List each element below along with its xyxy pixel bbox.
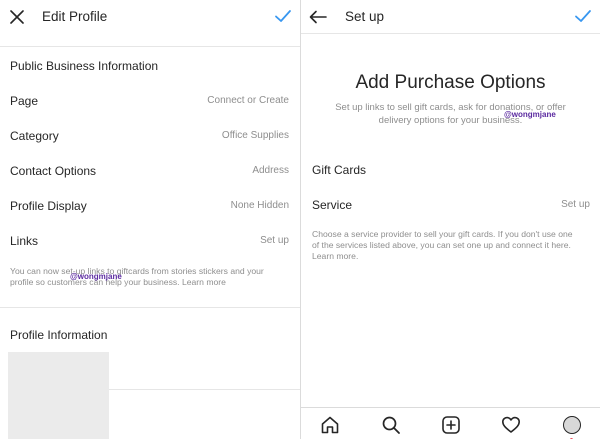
profile-section-title: Profile Information	[10, 328, 108, 342]
contact-options-row[interactable]: Contact Options Address	[0, 164, 300, 184]
avatar	[563, 416, 581, 434]
row-label: Category	[10, 129, 59, 143]
links-note: You can now set-up links to giftcards fr…	[10, 266, 282, 288]
setup-header: Set up	[301, 0, 600, 33]
row-label: Links	[10, 234, 39, 248]
category-row[interactable]: Category Office Supplies	[0, 129, 300, 149]
service-note: Choose a service provider to sell your g…	[312, 229, 590, 262]
row-value: None Hidden	[230, 200, 289, 211]
section-divider	[0, 307, 300, 308]
edit-profile-screen: Edit Profile Public Business Information…	[0, 0, 300, 439]
row-value: Connect or Create	[207, 95, 289, 106]
heart-icon[interactable]	[500, 414, 522, 436]
edit-profile-header: Edit Profile	[0, 0, 300, 33]
check-icon[interactable]	[574, 7, 592, 25]
row-label: Page	[10, 94, 39, 108]
service-row[interactable]: Service Set up	[301, 198, 600, 218]
watermark: @wongmjane	[504, 110, 556, 119]
arrow-left-icon[interactable]	[307, 6, 329, 28]
setup-screen: Set up Add Purchase Options Set up links…	[301, 0, 600, 439]
home-icon[interactable]	[319, 414, 341, 436]
profile-avatar[interactable]	[561, 414, 583, 439]
row-label: Contact Options	[10, 164, 97, 178]
profile-photo-placeholder	[8, 352, 109, 439]
note-line: Choose a service provider to sell your g…	[312, 229, 573, 239]
row-value: Office Supplies	[221, 130, 289, 141]
row-label: Service	[312, 198, 353, 212]
header-divider	[301, 33, 600, 34]
add-post-icon[interactable]	[440, 414, 462, 436]
links-row[interactable]: Links Set up	[0, 234, 300, 254]
gift-cards-row[interactable]: Gift Cards	[301, 163, 600, 183]
row-label: Gift Cards	[312, 163, 367, 177]
page-row[interactable]: Page Connect or Create	[0, 94, 300, 114]
note-line: You can now set-up links to giftcards fr…	[10, 266, 264, 276]
note-line[interactable]: Learn more.	[312, 251, 590, 262]
row-label: Profile Display	[10, 199, 87, 213]
business-section-title: Public Business Information	[10, 59, 159, 73]
row-value: Set up	[260, 235, 289, 246]
watermark: @wongmjane	[70, 272, 122, 281]
close-icon[interactable]	[6, 6, 28, 28]
page-title: Edit Profile	[42, 9, 108, 24]
note-line[interactable]: profile so customers can help your busin…	[10, 277, 282, 288]
purchase-options-title: Add Purchase Options	[355, 72, 546, 93]
row-value[interactable]: Set up	[561, 199, 590, 210]
header-divider	[0, 46, 300, 47]
bottom-tab-bar	[301, 407, 600, 439]
page-title: Set up	[345, 9, 385, 24]
field-divider	[109, 389, 300, 390]
row-value: Address	[252, 165, 289, 176]
profile-display-row[interactable]: Profile Display None Hidden	[0, 199, 300, 219]
note-line: of the services listed above, you can se…	[312, 240, 571, 250]
search-icon[interactable]	[380, 414, 402, 436]
check-icon[interactable]	[274, 7, 292, 25]
